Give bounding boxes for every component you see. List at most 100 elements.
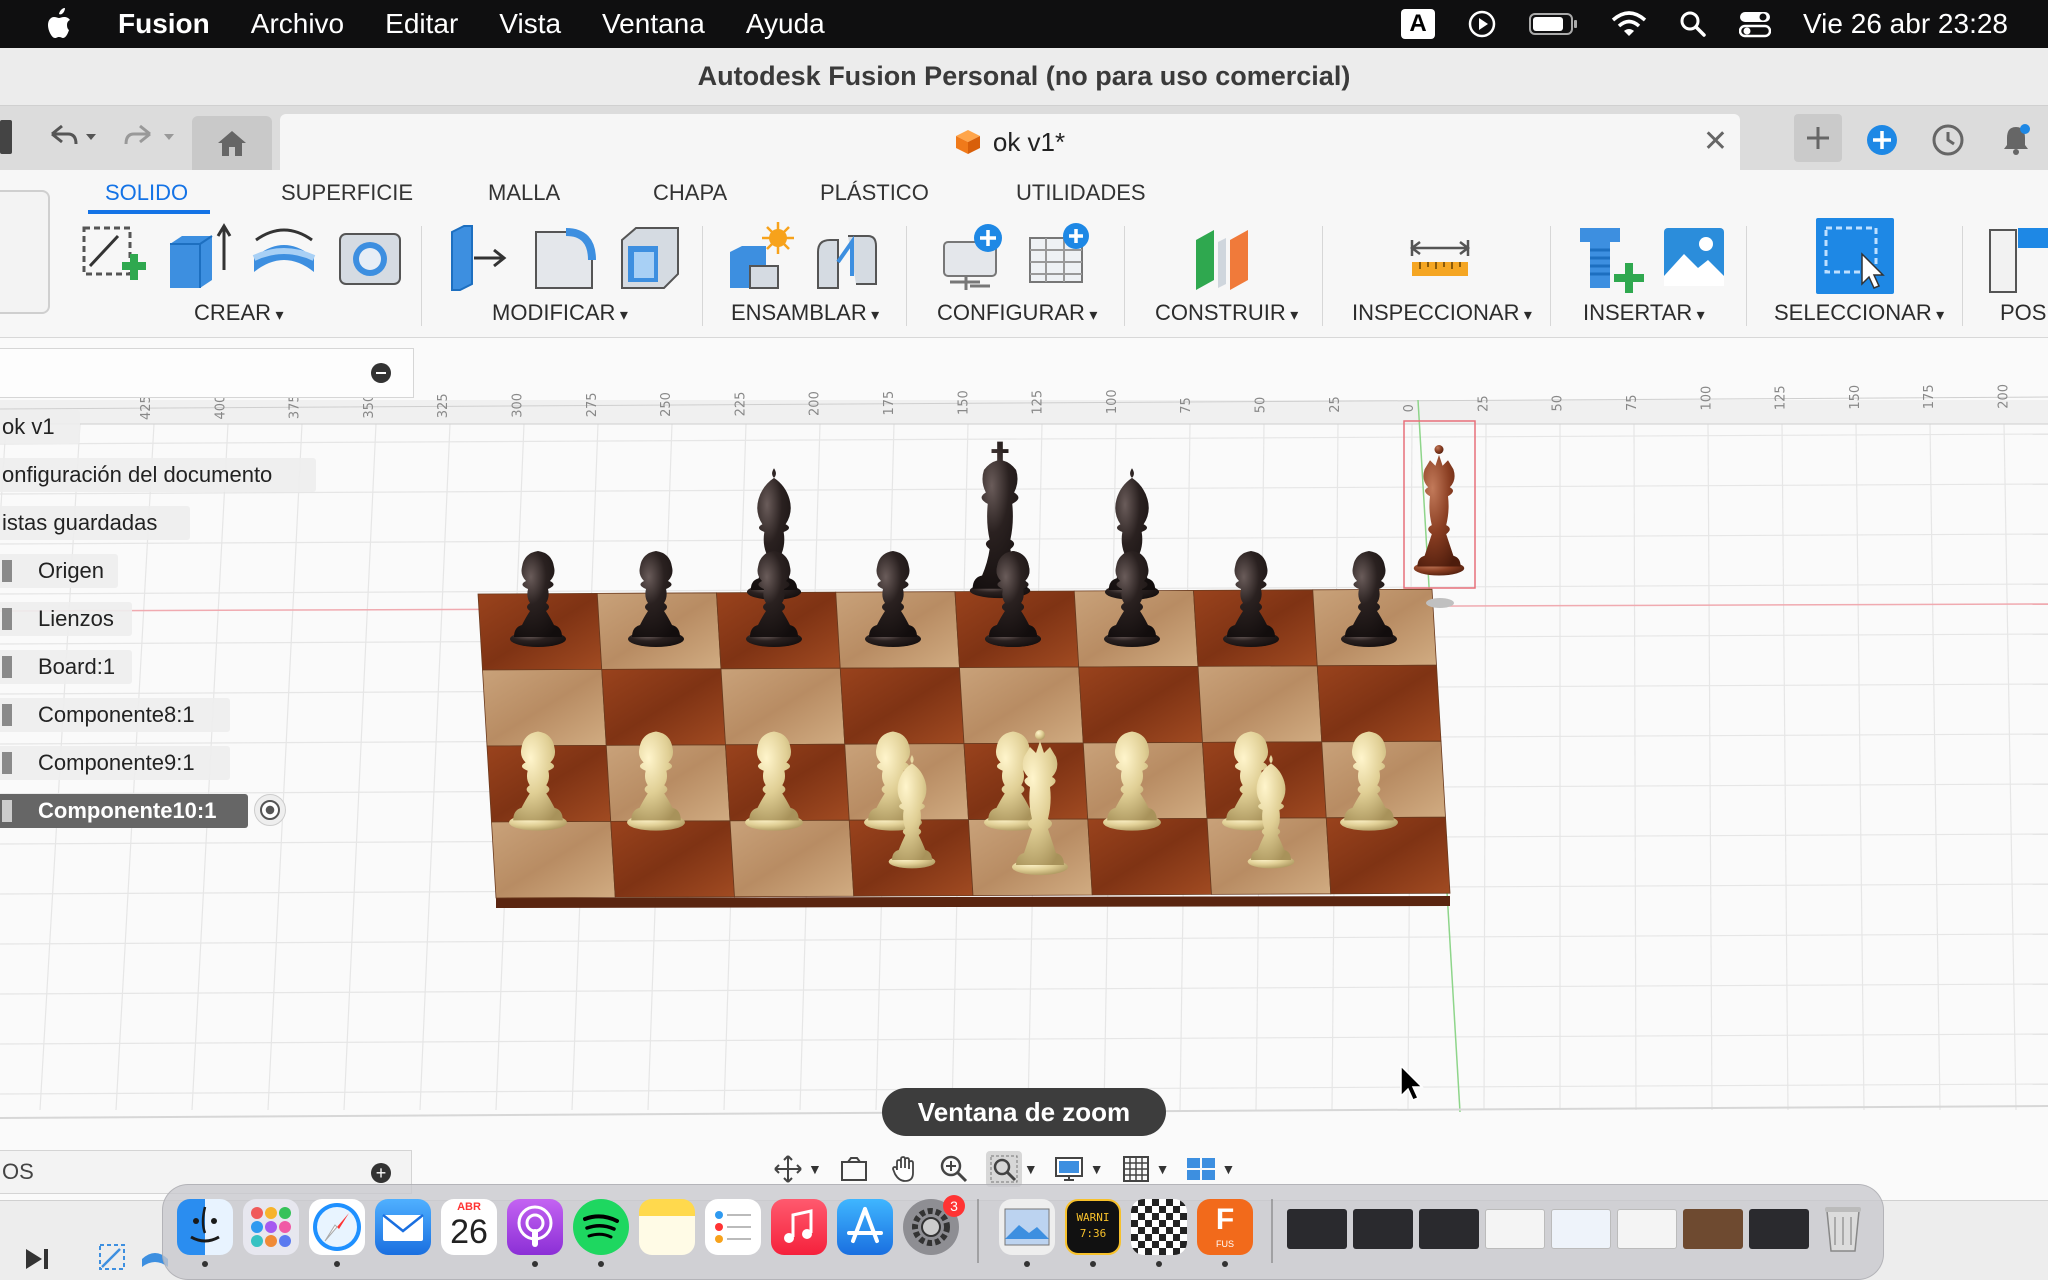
browser-item-saved-views[interactable]: istas guardadas: [0, 506, 190, 540]
display-settings-icon[interactable]: [1052, 1151, 1088, 1187]
group-posicion[interactable]: POSI: [2000, 300, 2048, 326]
measure-icon[interactable]: [1406, 222, 1474, 294]
redo-icon[interactable]: [118, 120, 182, 154]
minimized-window-thumbnail[interactable]: [1551, 1209, 1611, 1249]
menu-ventana[interactable]: Ventana: [602, 8, 705, 40]
menu-app-name[interactable]: Fusion: [118, 8, 210, 40]
podcasts-icon[interactable]: [507, 1199, 563, 1255]
job-status-icon[interactable]: [1926, 118, 1970, 162]
browser-item-componente8[interactable]: Componente8:1: [0, 698, 230, 732]
tab-utilidades[interactable]: UTILIDADES: [1016, 180, 1146, 206]
configuration-table-icon[interactable]: [1026, 222, 1094, 294]
minimized-window-thumbnail[interactable]: [1683, 1209, 1743, 1249]
revolve-icon[interactable]: [250, 222, 318, 294]
grid-settings-icon[interactable]: [1118, 1151, 1154, 1187]
minimized-window-thumbnail[interactable]: [1617, 1209, 1677, 1249]
trash-icon[interactable]: [1815, 1199, 1871, 1255]
notifications-bell-icon[interactable]: [1994, 118, 2038, 162]
group-insertar[interactable]: INSERTAR: [1583, 300, 1705, 326]
group-inspeccionar[interactable]: INSPECCIONAR: [1352, 300, 1532, 326]
look-at-icon[interactable]: [836, 1151, 872, 1187]
undo-icon[interactable]: [44, 120, 98, 154]
minimized-window-thumbnail[interactable]: [1749, 1209, 1809, 1249]
browser-item-componente10[interactable]: Componente10:1: [0, 794, 248, 828]
console-icon[interactable]: WARNI 7:36: [1065, 1199, 1121, 1255]
minimized-window-thumbnail[interactable]: [1287, 1209, 1347, 1249]
pan-icon[interactable]: [886, 1151, 922, 1187]
mail-icon[interactable]: [375, 1199, 431, 1255]
add-comment-icon[interactable]: +: [371, 1163, 391, 1183]
fillet-icon[interactable]: [530, 222, 598, 294]
hole-icon[interactable]: [336, 222, 404, 294]
apple-menu-icon[interactable]: [40, 4, 80, 44]
menubar-clock[interactable]: Vie 26 abr 23:28: [1803, 8, 2008, 40]
grid-dropdown-icon[interactable]: ▼: [1156, 1161, 1170, 1177]
tab-chapa[interactable]: CHAPA: [653, 180, 727, 206]
orbit-icon[interactable]: [770, 1151, 806, 1187]
menu-editar[interactable]: Editar: [385, 8, 458, 40]
new-component-icon[interactable]: [726, 222, 794, 294]
activate-component-radio[interactable]: [254, 794, 286, 826]
extrude-icon[interactable]: [164, 222, 232, 294]
safari-icon[interactable]: [309, 1199, 365, 1255]
offset-plane-icon[interactable]: [1190, 222, 1258, 294]
notes-icon[interactable]: [639, 1199, 695, 1255]
spotlight-search-icon[interactable]: [1679, 10, 1707, 38]
spotify-icon[interactable]: [573, 1199, 629, 1255]
group-ensamblar[interactable]: ENSAMBLAR: [731, 300, 879, 326]
wifi-icon[interactable]: [1611, 10, 1647, 38]
minimized-window-thumbnail[interactable]: [1353, 1209, 1413, 1249]
home-tab[interactable]: [192, 116, 272, 170]
position-icon[interactable]: [1986, 222, 2048, 294]
tab-superficie[interactable]: SUPERFICIE: [281, 180, 413, 206]
browser-root-document[interactable]: ok v1: [0, 410, 80, 444]
control-center-icon[interactable]: [1739, 10, 1772, 38]
select-tool-button[interactable]: [1816, 218, 1894, 294]
timeline-sketch-icon[interactable]: [96, 1241, 130, 1275]
zoom-window-icon[interactable]: [985, 1151, 1022, 1187]
display-dropdown-icon[interactable]: ▼: [1090, 1161, 1104, 1177]
browser-panel-header[interactable]: [0, 348, 414, 398]
calendar-icon[interactable]: ABR 26: [441, 1199, 497, 1255]
browser-item-canvases[interactable]: Lienzos: [0, 602, 132, 636]
configure-design-icon[interactable]: [940, 222, 1008, 294]
app-store-icon[interactable]: [837, 1199, 893, 1255]
reminders-icon[interactable]: [705, 1199, 761, 1255]
create-sketch-icon[interactable]: [78, 222, 146, 294]
tab-malla[interactable]: MALLA: [488, 180, 560, 206]
browser-item-document-settings[interactable]: onfiguración del documento: [0, 458, 316, 492]
fusion-app-icon[interactable]: F FUS: [1197, 1199, 1253, 1255]
group-configurar[interactable]: CONFIGURAR: [937, 300, 1097, 326]
group-seleccionar[interactable]: SELECCIONAR: [1774, 300, 1944, 326]
zoom-icon[interactable]: [936, 1151, 972, 1187]
zoom-dropdown-icon[interactable]: ▼: [1024, 1161, 1038, 1177]
menu-archivo[interactable]: Archivo: [251, 8, 344, 40]
document-tab[interactable]: ok v1* ✕: [280, 114, 1740, 170]
group-modificar[interactable]: MODIFICAR: [492, 300, 628, 326]
music-icon[interactable]: [771, 1199, 827, 1255]
browser-item-origin[interactable]: Origen: [0, 554, 118, 588]
tab-solido[interactable]: SOLIDO: [105, 180, 188, 206]
menu-ayuda[interactable]: Ayuda: [746, 8, 825, 40]
preview-icon[interactable]: [999, 1199, 1055, 1255]
finder-icon[interactable]: [177, 1199, 233, 1255]
launchpad-icon[interactable]: [243, 1199, 299, 1255]
extensions-icon[interactable]: [1860, 118, 1904, 162]
input-source-icon[interactable]: A: [1401, 9, 1436, 39]
joint-icon[interactable]: [812, 222, 880, 294]
new-tab-icon[interactable]: [1794, 114, 1842, 162]
chess-app-icon[interactable]: [1131, 1199, 1187, 1255]
group-construir[interactable]: CONSTRUIR: [1155, 300, 1298, 326]
orbit-dropdown-icon[interactable]: ▼: [808, 1161, 822, 1177]
press-pull-icon[interactable]: [444, 222, 512, 294]
minimized-window-thumbnail[interactable]: [1485, 1209, 1545, 1249]
collapse-browser-icon[interactable]: [371, 363, 391, 383]
now-playing-icon[interactable]: [1467, 9, 1497, 39]
menu-vista[interactable]: Vista: [499, 8, 561, 40]
insert-mcmaster-icon[interactable]: [1578, 222, 1646, 294]
save-icon[interactable]: [0, 120, 12, 154]
group-crear[interactable]: CREAR: [194, 300, 284, 326]
insert-canvas-icon[interactable]: [1660, 222, 1728, 294]
browser-item-board[interactable]: Board:1: [0, 650, 132, 684]
battery-icon[interactable]: [1529, 12, 1579, 36]
